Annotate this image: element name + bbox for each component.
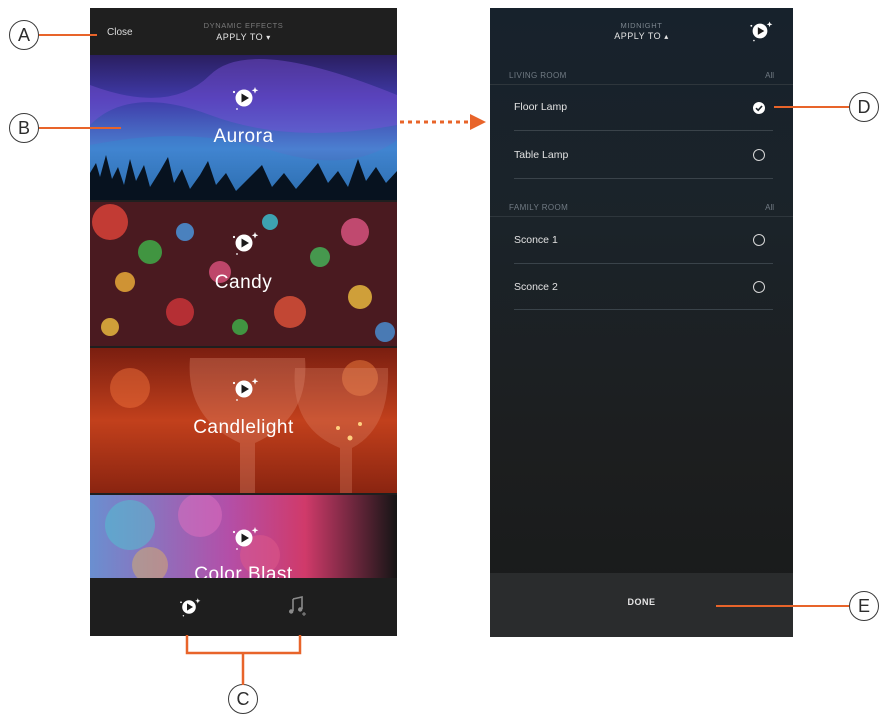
room-header-family-room: FAMILY ROOM <box>509 203 569 212</box>
callout-c-bracket <box>185 635 302 685</box>
select-all-living-room[interactable]: All <box>765 71 774 80</box>
dynamic-effect-play-icon <box>229 523 259 553</box>
divider <box>514 263 773 264</box>
divider <box>514 309 773 310</box>
chevron-down-icon: ▾ <box>266 33 271 42</box>
radio-unchecked-icon[interactable] <box>753 281 765 293</box>
room-header-living-room: LIVING ROOM <box>509 71 567 80</box>
checkmark-icon[interactable] <box>753 102 765 114</box>
flow-arrow <box>400 114 486 130</box>
select-all-family-room[interactable]: All <box>765 203 774 212</box>
light-sconce-1[interactable]: Sconce 1 <box>514 234 558 246</box>
effect-title: Candy <box>214 272 273 293</box>
dynamic-effect-play-icon[interactable] <box>747 18 773 44</box>
divider <box>490 216 793 217</box>
dynamic-effects-tab-icon[interactable] <box>177 595 201 619</box>
light-sconce-2[interactable]: Sconce 2 <box>514 281 558 293</box>
apply-to-toggle[interactable]: APPLY TO ▾ <box>90 32 397 42</box>
effect-title: Color Blast <box>194 564 293 578</box>
effect-card-candlelight[interactable]: Candlelight <box>90 348 397 493</box>
callout-b: B <box>9 113 39 143</box>
header-subtitle: DYNAMIC EFFECTS <box>203 21 284 30</box>
top-bar: Close DYNAMIC EFFECTS APPLY TO ▾ <box>90 8 397 56</box>
music-sync-tab-icon[interactable] <box>287 595 307 617</box>
radio-unchecked-icon[interactable] <box>753 149 765 161</box>
light-floor-lamp[interactable]: Floor Lamp <box>514 101 567 113</box>
callout-e-line <box>716 605 849 607</box>
apply-to-label: APPLY TO <box>614 31 662 41</box>
chevron-up-icon: ▴ <box>664 32 669 41</box>
dynamic-effect-play-icon <box>229 374 259 404</box>
callout-a-line <box>39 34 97 36</box>
effect-card-aurora[interactable]: Aurora <box>90 55 397 200</box>
apply-to-screen: MIDNIGHT APPLY TO ▴ LIVING ROOM All Floo… <box>490 8 793 637</box>
callout-c: C <box>228 684 258 714</box>
effect-title: Aurora <box>213 126 274 147</box>
radio-unchecked-icon[interactable] <box>753 234 765 246</box>
effect-card-color-blast[interactable]: Color Blast <box>90 495 397 578</box>
divider <box>490 84 793 85</box>
apply-to-label: APPLY TO <box>216 32 264 42</box>
light-table-lamp[interactable]: Table Lamp <box>514 149 568 161</box>
bottom-tab-bar <box>90 578 397 636</box>
effect-title: Candlelight <box>193 417 294 438</box>
divider <box>514 130 773 131</box>
callout-d-line <box>774 106 849 108</box>
dynamic-effect-play-icon <box>229 228 259 258</box>
effect-card-candy[interactable]: Candy <box>90 202 397 346</box>
dynamic-effect-play-icon <box>229 83 259 113</box>
callout-a: A <box>9 20 39 50</box>
dynamic-effects-screen: Close DYNAMIC EFFECTS APPLY TO ▾ Aurora <box>90 8 397 636</box>
callout-b-line <box>39 127 121 129</box>
divider <box>514 178 773 179</box>
callout-e: E <box>849 591 879 621</box>
callout-d: D <box>849 92 879 122</box>
